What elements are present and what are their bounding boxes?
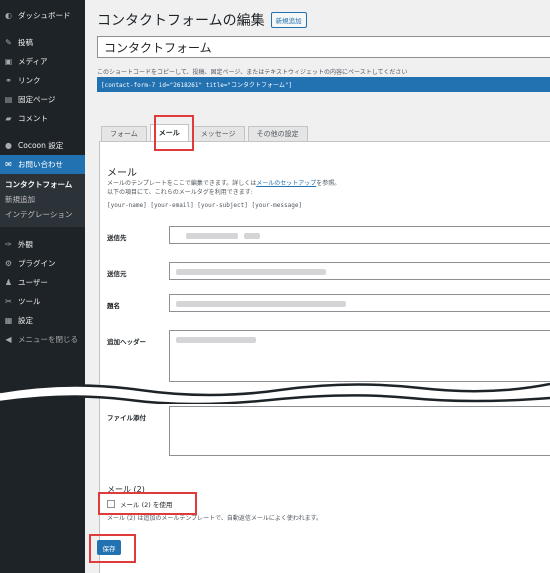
subject-input[interactable] <box>169 294 550 312</box>
plugin-icon: ⚙ <box>4 259 13 268</box>
redacted-value <box>186 233 238 239</box>
mail-tags: [your-name] [your-email] [your-subject] … <box>107 202 303 209</box>
mail-icon: ✉ <box>5 160 12 169</box>
sidebar-item-links[interactable]: ⚭ リンク <box>0 71 85 90</box>
sidebar-item-label: 設定 <box>18 316 33 325</box>
mail-section-title: メール <box>107 168 137 179</box>
subject-label: 題名 <box>107 302 120 310</box>
sidebar-item-pages[interactable]: ▤ 固定ページ <box>0 90 85 109</box>
sidebar-item-cocoon[interactable]: ● Cocoon 設定 <box>0 136 85 155</box>
from-label: 送信元 <box>107 270 127 278</box>
page-heading: コンタクトフォームの編集 新規追加 <box>97 10 307 30</box>
sidebar-item-tools[interactable]: ✂ ツール <box>0 292 85 311</box>
redacted-value <box>176 269 326 275</box>
sidebar-item-appearance[interactable]: ✑ 外観 <box>0 235 85 254</box>
shortcode-field[interactable]: [contact-form-7 id="2618261" title="コンタク… <box>97 77 550 92</box>
tool-icon: ✂ <box>5 297 12 306</box>
sidebar-item-label: ユーザー <box>18 278 48 287</box>
sidebar-item-label: ツール <box>18 297 41 306</box>
sidebar-item-label: コメント <box>18 114 48 123</box>
form-title-input[interactable] <box>97 36 550 58</box>
to-input[interactable] <box>169 226 550 244</box>
dashboard-icon: ◐ <box>5 11 12 20</box>
from-input[interactable] <box>169 262 550 280</box>
headers-label: 追加ヘッダー <box>107 338 146 346</box>
tab-messages[interactable]: メッセージ <box>191 126 245 141</box>
sidebar-item-label: リンク <box>18 76 41 85</box>
settings-icon: ▦ <box>4 316 13 325</box>
page-title: コンタクトフォームの編集 <box>97 13 265 29</box>
add-new-button[interactable]: 新規追加 <box>270 12 307 28</box>
admin-sidebar: ◐ ダッシュボード ✎ 投稿 ▣ メディア ⚭ リンク ▤ 固定ページ ▰ コメント ● Co… <box>0 0 85 573</box>
sidebar-item-label: ダッシュボード <box>18 11 71 20</box>
headers-textarea[interactable] <box>169 330 550 382</box>
media-icon: ▣ <box>4 57 13 66</box>
sidebar-item-plugins[interactable]: ⚙ プラグイン <box>0 254 85 273</box>
sidebar-item-media[interactable]: ▣ メディア <box>0 52 85 71</box>
sidebar-item-label: メディア <box>18 57 48 66</box>
to-label: 送信先 <box>107 234 127 242</box>
contact-submenu: コンタクトフォーム 新規追加 インテグレーション <box>0 174 85 227</box>
sidebar-item-label: 外観 <box>18 240 33 249</box>
sidebar-item-posts[interactable]: ✎ 投稿 <box>0 33 85 52</box>
mail-section-description: メールのテンプレートをここで編集できます。詳しくはメールのセットアップを参照。 … <box>107 179 340 197</box>
submenu-contact-forms[interactable]: コンタクトフォーム <box>0 177 85 192</box>
appearance-icon: ✑ <box>5 240 12 249</box>
attachments-textarea[interactable] <box>169 406 550 456</box>
page-icon: ▤ <box>4 95 13 104</box>
collapse-icon: ◀ <box>5 335 12 344</box>
attachments-label: ファイル添付 <box>107 414 146 422</box>
cocoon-icon: ● <box>5 141 12 150</box>
sidebar-item-label: 投稿 <box>18 38 33 47</box>
main-content: コンタクトフォームの編集 新規追加 このショートコードをコピーして、投稿、固定ペ… <box>85 0 550 573</box>
sidebar-item-dashboard[interactable]: ◐ ダッシュボード <box>0 6 85 25</box>
tab-form[interactable]: フォーム <box>101 126 147 141</box>
user-icon: ♟ <box>4 278 13 287</box>
tab-additional-settings[interactable]: その他の設定 <box>247 126 308 141</box>
mail-tags-intro: 以下の項目にて、これらのメールタグを利用できます: <box>107 189 253 196</box>
sidebar-item-contact[interactable]: ✉ お問い合わせ <box>0 155 85 174</box>
redacted-value <box>176 301 346 307</box>
editor-tabs: フォーム メール メッセージ その他の設定 <box>101 124 311 141</box>
section-break <box>0 382 550 404</box>
highlight-mail-tab <box>154 115 194 151</box>
sidebar-item-comments[interactable]: ▰ コメント <box>0 109 85 128</box>
shortcode-description: このショートコードをコピーして、投稿、固定ページ、またはテキストウィジェットの内… <box>97 69 408 76</box>
sidebar-item-settings[interactable]: ▦ 設定 <box>0 311 85 330</box>
sidebar-item-label: お問い合わせ <box>18 160 63 169</box>
sidebar-item-label: Cocoon 設定 <box>18 141 64 150</box>
comment-icon: ▰ <box>5 114 12 123</box>
mail-desc-text: メールのテンプレートをここで編集できます。詳しくは <box>107 180 257 187</box>
submenu-add-new[interactable]: 新規追加 <box>0 192 85 207</box>
highlight-mail2-checkbox <box>98 492 197 515</box>
sidebar-item-label: 固定ページ <box>18 95 56 104</box>
link-icon: ⚭ <box>5 76 12 85</box>
sidebar-item-users[interactable]: ♟ ユーザー <box>0 273 85 292</box>
submenu-integration[interactable]: インテグレーション <box>0 207 85 222</box>
mail-setup-link[interactable]: メールのセットアップ <box>256 180 316 187</box>
sidebar-item-label: プラグイン <box>18 259 56 268</box>
redacted-value <box>244 233 260 239</box>
redacted-value <box>176 337 256 343</box>
mail-desc-text-2: を参照。 <box>316 180 341 187</box>
collapse-menu[interactable]: ◀ メニューを閉じる <box>0 330 85 349</box>
highlight-save-button <box>89 534 136 563</box>
pin-icon: ✎ <box>5 38 12 47</box>
collapse-menu-label: メニューを閉じる <box>18 335 78 344</box>
